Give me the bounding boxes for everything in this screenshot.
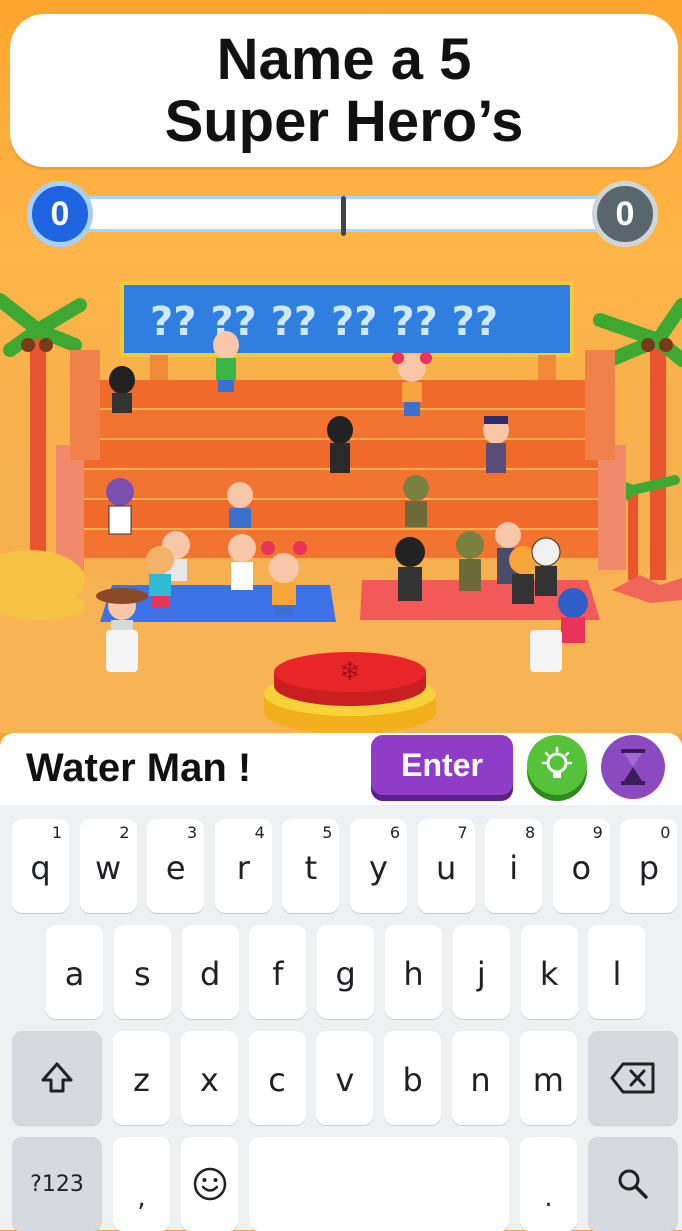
svg-text:❄: ❄ (339, 657, 361, 687)
key-label: q (30, 849, 51, 887)
key-label: k (539, 955, 559, 993)
hint-button[interactable] (527, 735, 587, 795)
key-g[interactable]: g (317, 925, 375, 1019)
key-k[interactable]: k (520, 925, 578, 1019)
buzzer-button: ❄ (264, 652, 436, 733)
question-card: Name a 5 Super Hero’s (10, 14, 678, 167)
key-label: d (199, 955, 221, 993)
backspace-icon (610, 1062, 655, 1094)
key-q[interactable]: 1q (12, 819, 69, 913)
key-hint: 4 (254, 823, 265, 842)
key-z[interactable]: z (113, 1031, 170, 1125)
key-n[interactable]: n (452, 1031, 509, 1125)
key-label: i (509, 849, 519, 887)
comma-label: , (137, 1183, 146, 1213)
game-scene: ?? ?? ?? ?? ?? ?? ❄ Name a 5 Super Hero’… (0, 0, 682, 733)
key-d[interactable]: d (181, 925, 239, 1019)
answer-input[interactable]: Water Man ! (26, 743, 366, 793)
key-label: b (402, 1061, 423, 1099)
key-hint: 1 (51, 823, 62, 842)
shift-icon (41, 1062, 73, 1093)
key-o[interactable]: 9o (552, 819, 610, 913)
key-label: z (133, 1061, 150, 1099)
key-label: c (268, 1061, 286, 1099)
key-w[interactable]: 2w (79, 819, 137, 913)
key-label: v (335, 1061, 355, 1099)
key-f[interactable]: f (249, 925, 307, 1019)
key-label: u (435, 849, 457, 887)
key-u[interactable]: 7u (417, 819, 475, 913)
search-icon (618, 1169, 648, 1199)
symbols-key[interactable]: ?123 (12, 1137, 102, 1231)
search-key[interactable] (588, 1137, 678, 1231)
key-label: l (612, 955, 622, 993)
key-s[interactable]: s (113, 925, 171, 1019)
key-label: o (571, 849, 592, 887)
emoji-key[interactable] (181, 1137, 238, 1231)
key-label: t (304, 849, 318, 887)
key-label: n (470, 1061, 491, 1099)
key-label: r (236, 849, 250, 887)
svg-text:?? ?? ?? ?? ?? ??: ?? ?? ?? ?? ?? ?? (150, 299, 498, 345)
key-m[interactable]: m (519, 1031, 577, 1125)
question-line-2: Super Hero’s (164, 88, 524, 154)
shift-key[interactable] (12, 1031, 102, 1125)
key-hint: 5 (322, 823, 333, 842)
key-i[interactable]: 8i (485, 819, 543, 913)
key-b[interactable]: b (384, 1031, 442, 1125)
blue-team-score: 0 (27, 181, 93, 247)
key-e[interactable]: 3e (147, 819, 205, 913)
key-l[interactable]: l (588, 925, 646, 1019)
key-label: a (64, 955, 85, 993)
key-hint: 6 (389, 823, 400, 842)
key-hint: 9 (592, 823, 603, 842)
lightbulb-icon (541, 746, 573, 778)
key-label: p (638, 849, 660, 887)
key-j[interactable]: j (452, 925, 510, 1019)
key-v[interactable]: v (316, 1031, 374, 1125)
score-center-marker (341, 196, 346, 236)
key-hint: 0 (660, 823, 671, 842)
key-label: s (133, 955, 151, 993)
key-hint: 7 (457, 823, 468, 842)
key-label: f (272, 955, 284, 993)
emoji-icon (193, 1167, 226, 1201)
key-p[interactable]: 0p (620, 819, 678, 913)
red-podium (530, 630, 562, 672)
key-t[interactable]: 5t (282, 819, 340, 913)
blue-podium (106, 630, 138, 672)
enter-button[interactable]: Enter (371, 735, 513, 795)
period-label: . (544, 1183, 553, 1213)
space-key[interactable] (249, 1137, 509, 1231)
key-label: e (165, 849, 186, 887)
timer-button[interactable] (601, 735, 665, 799)
key-h[interactable]: h (385, 925, 442, 1019)
key-hint: 3 (187, 823, 198, 842)
key-label: g (335, 955, 356, 993)
key-label: h (403, 955, 424, 993)
question-marks-banner: ?? ?? ?? ?? ?? ?? (120, 281, 574, 357)
question-text: Name a 5 Super Hero’s (64, 26, 624, 154)
key-hint: 8 (525, 823, 536, 842)
key-x[interactable]: x (180, 1031, 238, 1125)
key-a[interactable]: a (46, 925, 103, 1019)
key-label: m (532, 1061, 564, 1099)
key-label: j (476, 955, 486, 993)
backspace-key[interactable] (588, 1031, 678, 1125)
key-y[interactable]: 6y (350, 819, 407, 913)
period-key[interactable]: . (520, 1137, 577, 1231)
question-line-1: Name a 5 (216, 26, 472, 92)
key-label: y (369, 849, 388, 887)
on-screen-keyboard: 1q2w3e4r5t6y7u8i9o0p asdfghjkl zxcvbnm ?… (0, 805, 682, 1231)
answer-bar: Water Man ! Enter (0, 733, 682, 805)
key-r[interactable]: 4r (214, 819, 272, 913)
key-label: x (199, 1061, 219, 1099)
red-team-score: 0 (592, 181, 658, 247)
key-label: w (95, 849, 122, 887)
key-hint: 2 (119, 823, 130, 842)
comma-key[interactable]: , (113, 1137, 170, 1231)
hourglass-icon (621, 749, 645, 785)
key-c[interactable]: c (248, 1031, 306, 1125)
